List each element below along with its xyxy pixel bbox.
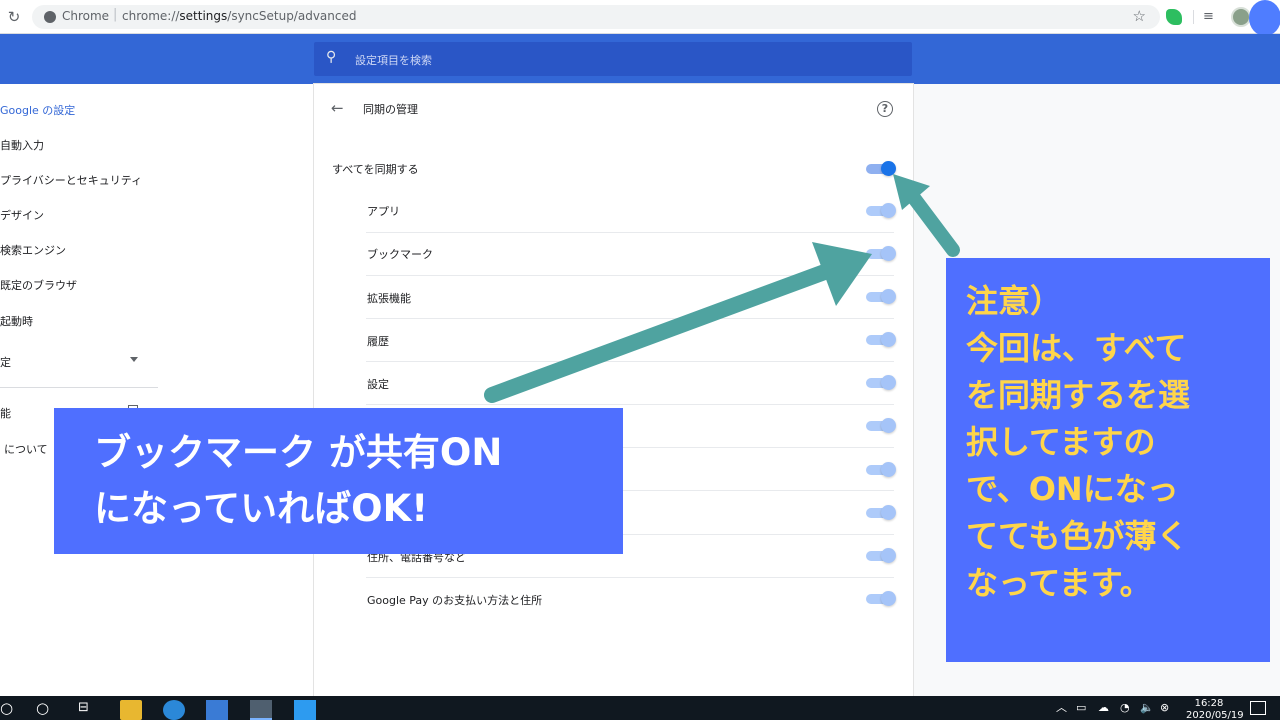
- task-view-icon[interactable]: ⊟: [78, 698, 89, 718]
- callout-right-line: 択してますの: [966, 423, 1156, 461]
- sidebar-divider: [0, 387, 158, 388]
- sidebar-item-extensions[interactable]: 能: [0, 405, 11, 425]
- sidebar-item-privacy[interactable]: プライバシーとセキュリティ: [0, 172, 142, 192]
- help-icon[interactable]: ?: [877, 101, 893, 117]
- callout-right-line: てても色が薄く: [966, 517, 1189, 555]
- callout-left-line-2: になっていればOK!: [94, 487, 429, 530]
- sidebar-item-about[interactable]: について: [4, 441, 48, 461]
- toolbar-separator: [1193, 10, 1194, 24]
- tray-close-icon: ⊗: [1160, 701, 1170, 714]
- chrome-site-icon: [44, 11, 56, 23]
- tray-volume-icon[interactable]: 🔈: [1140, 701, 1154, 715]
- settings-search[interactable]: ⚲ 設定項目を検索: [314, 42, 912, 76]
- chrome-taskbar-icon[interactable]: [250, 700, 272, 720]
- search-icon: ⚲: [326, 49, 337, 65]
- overlay-dot: [1249, 0, 1280, 36]
- callout-right-line: 注意）: [966, 282, 1063, 320]
- row-label-apps: アプリ: [367, 205, 400, 218]
- toggle-apps[interactable]: [866, 203, 896, 218]
- callout-left-line-1: ブックマーク が共有ON: [94, 431, 503, 474]
- callout-right-line: で、ONになっ: [966, 470, 1179, 508]
- url-text[interactable]: chrome://settings/syncSetup/advanced: [122, 9, 356, 23]
- screen: ↻ Chrome | chrome://settings/syncSetup/a…: [0, 0, 1280, 720]
- taskbar-clock[interactable]: 16:28 2020/05/19: [1186, 698, 1244, 720]
- start-icon[interactable]: ○: [0, 698, 13, 718]
- toggle-bookmarks[interactable]: [866, 246, 896, 261]
- sidebar-item-search-engine[interactable]: 検索エンジン: [0, 242, 66, 262]
- row-label-settings: 設定: [367, 378, 389, 391]
- tray-onedrive-icon[interactable]: ☁: [1098, 701, 1109, 715]
- media-control-icon[interactable]: ≡: [1203, 9, 1219, 25]
- toggle-addresses[interactable]: [866, 548, 896, 563]
- toggle-row-6[interactable]: [866, 418, 896, 433]
- row-divider: [366, 318, 894, 319]
- row-label-extensions: 拡張機能: [367, 292, 411, 305]
- sidebar-item-default-browser[interactable]: 既定のブラウザ: [0, 277, 77, 297]
- sync-all-label: すべてを同期する: [332, 163, 419, 176]
- row-divider: [366, 361, 894, 362]
- sidebar-item-on-startup[interactable]: 起動時: [0, 313, 33, 333]
- site-label: Chrome: [62, 9, 110, 23]
- profile-avatar[interactable]: [1231, 7, 1251, 27]
- sidebar-item-appearance[interactable]: デザイン: [0, 207, 44, 227]
- toggle-extensions[interactable]: [866, 289, 896, 304]
- annotation-callout-left: ブックマーク が共有ON になっていればOK!: [54, 408, 623, 554]
- row-label-bookmarks: ブックマーク: [367, 248, 433, 261]
- windows-taskbar: ○ ○ ⊟ ︿ ▭ ☁ ◔ 🔈 ⊗ 16:28 2020/05/19: [0, 696, 1280, 720]
- tray-chevron-icon[interactable]: ︿: [1056, 701, 1067, 715]
- toggle-row-8[interactable]: [866, 505, 896, 520]
- callout-right-line: 今回は、すべて: [966, 329, 1187, 367]
- callout-right-line: を同期するを選: [966, 376, 1191, 414]
- store-icon[interactable]: [206, 700, 228, 720]
- toggle-google-pay[interactable]: [866, 591, 896, 606]
- browser-toolbar: ↻ Chrome | chrome://settings/syncSetup/a…: [0, 0, 1280, 36]
- back-arrow-icon[interactable]: ←: [331, 100, 344, 116]
- settings-header: ⚲ 設定項目を検索: [0, 34, 1280, 84]
- toggle-row-7[interactable]: [866, 462, 896, 477]
- sidebar-item-autofill[interactable]: 自動入力: [0, 137, 44, 157]
- row-divider: [366, 404, 894, 405]
- file-explorer-icon[interactable]: [120, 700, 142, 720]
- clock-date: 2020/05/19: [1186, 710, 1244, 720]
- toggle-knob: [881, 161, 896, 176]
- toggle-settings[interactable]: [866, 375, 896, 390]
- chevron-down-icon[interactable]: [130, 357, 138, 362]
- row-divider: [366, 577, 894, 578]
- toggle-history[interactable]: [866, 332, 896, 347]
- evernote-extension-icon[interactable]: [1166, 9, 1182, 25]
- photos-icon[interactable]: [294, 700, 316, 720]
- row-divider: [366, 275, 894, 276]
- reload-icon[interactable]: ↻: [6, 9, 22, 25]
- row-label-history: 履歴: [367, 335, 389, 348]
- omnibox[interactable]: Chrome | chrome://settings/syncSetup/adv…: [32, 5, 1160, 29]
- cortana-search-icon[interactable]: ○: [36, 698, 49, 718]
- search-placeholder: 設定項目を検索: [355, 54, 432, 67]
- notification-center-icon[interactable]: [1250, 701, 1266, 715]
- callout-right-line: なってます。: [966, 564, 1152, 602]
- page-title: 同期の管理: [363, 103, 418, 116]
- tray-battery-icon: ▭: [1076, 701, 1087, 714]
- bookmark-star-icon[interactable]: ☆: [1133, 7, 1146, 25]
- tray-wifi-icon[interactable]: ◔: [1120, 701, 1130, 715]
- sidebar-item-google[interactable]: Google の設定: [0, 102, 75, 122]
- sync-all-toggle[interactable]: [866, 161, 896, 176]
- annotation-callout-right: 注意） 今回は、すべて を同期するを選 択してますの で、ONになっ てても色が…: [946, 258, 1270, 662]
- sidebar-item-advanced[interactable]: 定: [0, 354, 11, 374]
- edge-icon[interactable]: [163, 700, 185, 720]
- row-divider: [366, 232, 894, 233]
- clock-time: 16:28: [1194, 698, 1224, 709]
- omnibox-separator: |: [113, 7, 118, 22]
- row-label-google-pay: Google Pay のお支払い方法と住所: [367, 594, 543, 607]
